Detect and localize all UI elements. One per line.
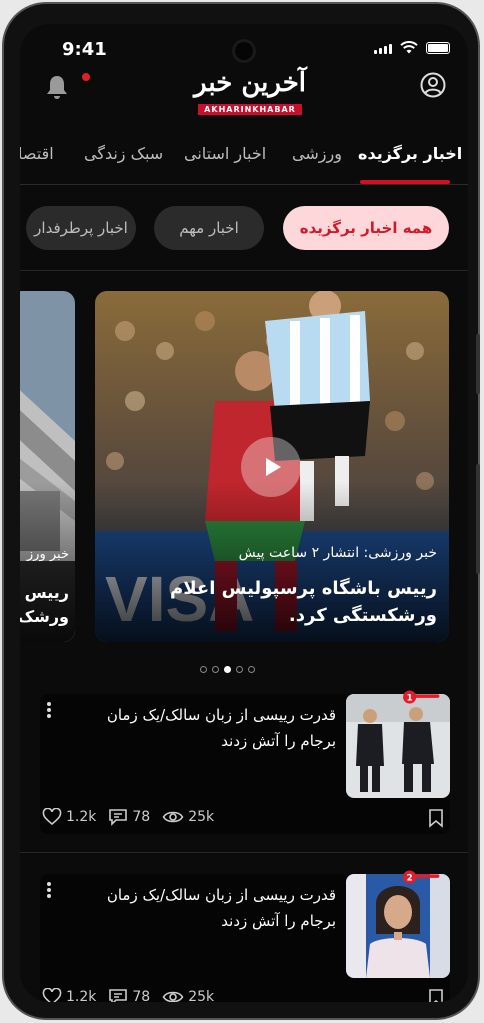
comment-icon [109, 989, 128, 1002]
comments-count: 78 [132, 809, 151, 825]
status-bar: 9:41 [20, 24, 468, 72]
likes-stat[interactable]: 1.2k [42, 808, 96, 826]
page-dot-active[interactable] [224, 666, 231, 673]
more-options-button[interactable] [46, 880, 52, 900]
views-count: 25k [188, 989, 215, 1002]
eye-icon [162, 811, 184, 823]
page-dot[interactable] [248, 666, 255, 673]
side-card-meta: خبر ورز [26, 547, 69, 562]
side-card-title: رییس ورشک [20, 581, 69, 629]
chip-important[interactable]: اخبار مهم [154, 206, 264, 250]
comments-stat[interactable]: 78 [108, 808, 150, 826]
comment-icon [109, 809, 128, 826]
play-icon [266, 458, 281, 476]
active-tab-indicator [360, 180, 450, 184]
tab-lifestyle[interactable]: سبک زندگی [84, 144, 163, 163]
list-divider [20, 852, 468, 853]
power-button [476, 464, 480, 574]
rank-badge: 2 [403, 870, 440, 884]
side-card-title-line1: رییس [24, 583, 69, 602]
tab-sports[interactable]: ورزشی [292, 144, 342, 163]
carousel-card-main[interactable]: VISA [95, 291, 449, 642]
news-stats: 1.2k 78 25k [42, 988, 214, 1002]
filter-chips: همه اخبار برگزیده اخبار مهم اخبار پرطرفد… [20, 200, 468, 260]
carousel-card-side[interactable]: خبر ورز رییس ورشک [20, 291, 75, 642]
page-dot[interactable] [200, 666, 207, 673]
views-stat: 25k [162, 989, 214, 1002]
news-item[interactable]: 1 قدرت رییسی از زبان سالک/یک زمان برجام … [40, 690, 450, 834]
app-logo[interactable]: آخرین خبر AKHARINKHABAR [180, 68, 320, 115]
comments-stat[interactable]: 78 [108, 988, 150, 1002]
heart-icon [42, 808, 62, 826]
news-title: قدرت رییسی از زبان سالک/یک زمان برجام را… [106, 706, 336, 750]
profile-button[interactable] [420, 72, 446, 98]
battery-icon [426, 42, 450, 54]
logo-text: آخرین خبر [194, 68, 307, 98]
news-thumbnail [346, 694, 450, 798]
chip-all-featured[interactable]: همه اخبار برگزیده [283, 206, 449, 250]
page-dot[interactable] [212, 666, 219, 673]
bookmark-icon[interactable] [428, 988, 444, 1002]
wifi-icon [400, 41, 418, 54]
volume-button [476, 334, 480, 394]
comments-count: 78 [132, 989, 151, 1002]
app-screen: 9:41 آخرین خبر AKHARINKHABAR اخبار برگزی… [20, 24, 468, 1002]
rank-badge: 1 [403, 690, 440, 704]
logo-subtext: AKHARINKHABAR [198, 104, 302, 115]
side-card-title-line2: ورشک [20, 607, 69, 626]
news-stats: 1.2k 78 25k [42, 808, 214, 826]
notification-dot [82, 73, 90, 81]
likes-count: 1.2k [66, 989, 97, 1002]
category-tabs: اخبار برگزیده ورزشی اخبار استانی سبک زند… [20, 132, 468, 185]
rank-number: 1 [407, 694, 413, 704]
chip-popular[interactable]: اخبار پرطرفدار [26, 206, 136, 250]
more-options-button[interactable] [46, 700, 52, 720]
news-photo [346, 694, 450, 798]
carousel-pagination [200, 666, 255, 673]
bookmark-icon[interactable] [428, 808, 444, 828]
front-camera [232, 39, 256, 63]
news-thumbnail [346, 874, 450, 978]
tab-provincial[interactable]: اخبار استانی [184, 144, 266, 163]
news-title: قدرت رییسی از زبان سالک/یک زمان برجام را… [106, 886, 336, 930]
play-button[interactable] [241, 437, 301, 497]
status-icons [374, 41, 450, 54]
likes-stat[interactable]: 1.2k [42, 988, 96, 1002]
page-dot[interactable] [236, 666, 243, 673]
notifications-button[interactable] [44, 72, 90, 102]
cellular-signal-icon [374, 44, 392, 54]
news-item[interactable]: 2 قدرت رییسی از زبان سالک/یک زمان برجام … [40, 870, 450, 1002]
tab-featured[interactable]: اخبار برگزیده [358, 144, 462, 163]
app-header: آخرین خبر AKHARINKHABAR [20, 69, 468, 125]
user-icon [420, 72, 446, 98]
eye-icon [162, 991, 184, 1002]
bell-icon [47, 76, 67, 99]
tab-economy[interactable]: اقتصا [20, 144, 54, 163]
main-card-title: رییس باشگاه پرسپولیس اعلام ورشکستگی کرد. [170, 578, 437, 626]
views-count: 25k [188, 809, 215, 825]
heart-icon [42, 988, 62, 1002]
views-stat: 25k [162, 809, 214, 825]
status-time: 9:41 [62, 39, 107, 60]
main-card-meta: خبر ورزشی: انتشار ۲ ساعت پیش [238, 545, 437, 561]
rank-number: 2 [407, 874, 413, 884]
phone-frame: 9:41 آخرین خبر AKHARINKHABAR اخبار برگزی… [2, 2, 480, 1020]
news-photo [346, 874, 450, 978]
section-divider [20, 270, 468, 271]
likes-count: 1.2k [66, 809, 97, 825]
